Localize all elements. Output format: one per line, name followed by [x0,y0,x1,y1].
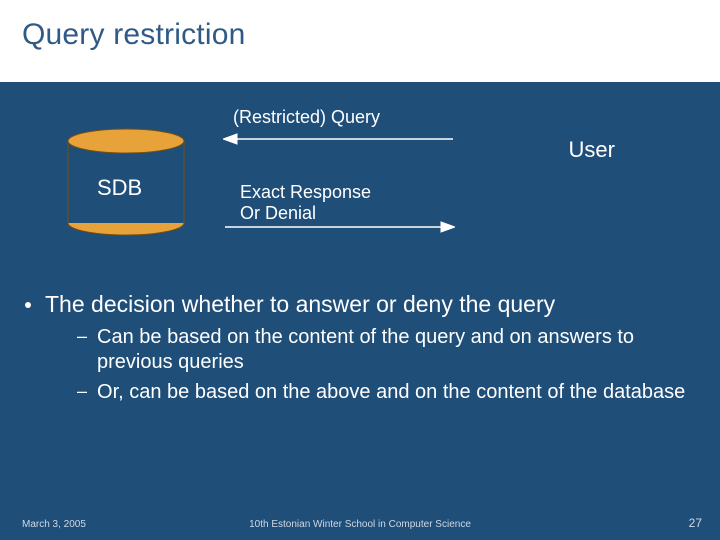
bullet-sub1-text: Can be based on the content of the query… [97,325,695,376]
sdb-label: SDB [97,175,142,201]
response-line2: Or Denial [240,203,316,223]
user-label: User [569,137,615,163]
arrow-left-icon [223,133,455,145]
footer-page-number: 27 [689,516,702,530]
footer-center: 10th Estonian Winter School in Computer … [0,519,720,530]
response-line1: Exact Response [240,182,371,202]
bullet-dot-icon [25,302,31,308]
arrow-right-icon [223,221,455,233]
title-bar: Query restriction [0,0,720,82]
bullet-sub-1: – Can be based on the content of the que… [77,325,695,376]
bullet-main: The decision whether to answer or deny t… [25,290,695,319]
diagram-area: (Restricted) Query User Exact Response O… [55,95,635,265]
slide-title: Query restriction [22,18,698,52]
bullet-sub2-text: Or, can be based on the above and on the… [97,380,685,406]
bullet-dash-icon: – [77,325,87,376]
bullet-dash-icon: – [77,380,87,406]
bullet-list: The decision whether to answer or deny t… [25,290,695,406]
bullet-main-text: The decision whether to answer or deny t… [45,290,555,319]
query-label: (Restricted) Query [233,107,380,128]
response-label: Exact Response Or Denial [240,182,371,223]
bullet-sub-2: – Or, can be based on the above and on t… [77,380,695,406]
